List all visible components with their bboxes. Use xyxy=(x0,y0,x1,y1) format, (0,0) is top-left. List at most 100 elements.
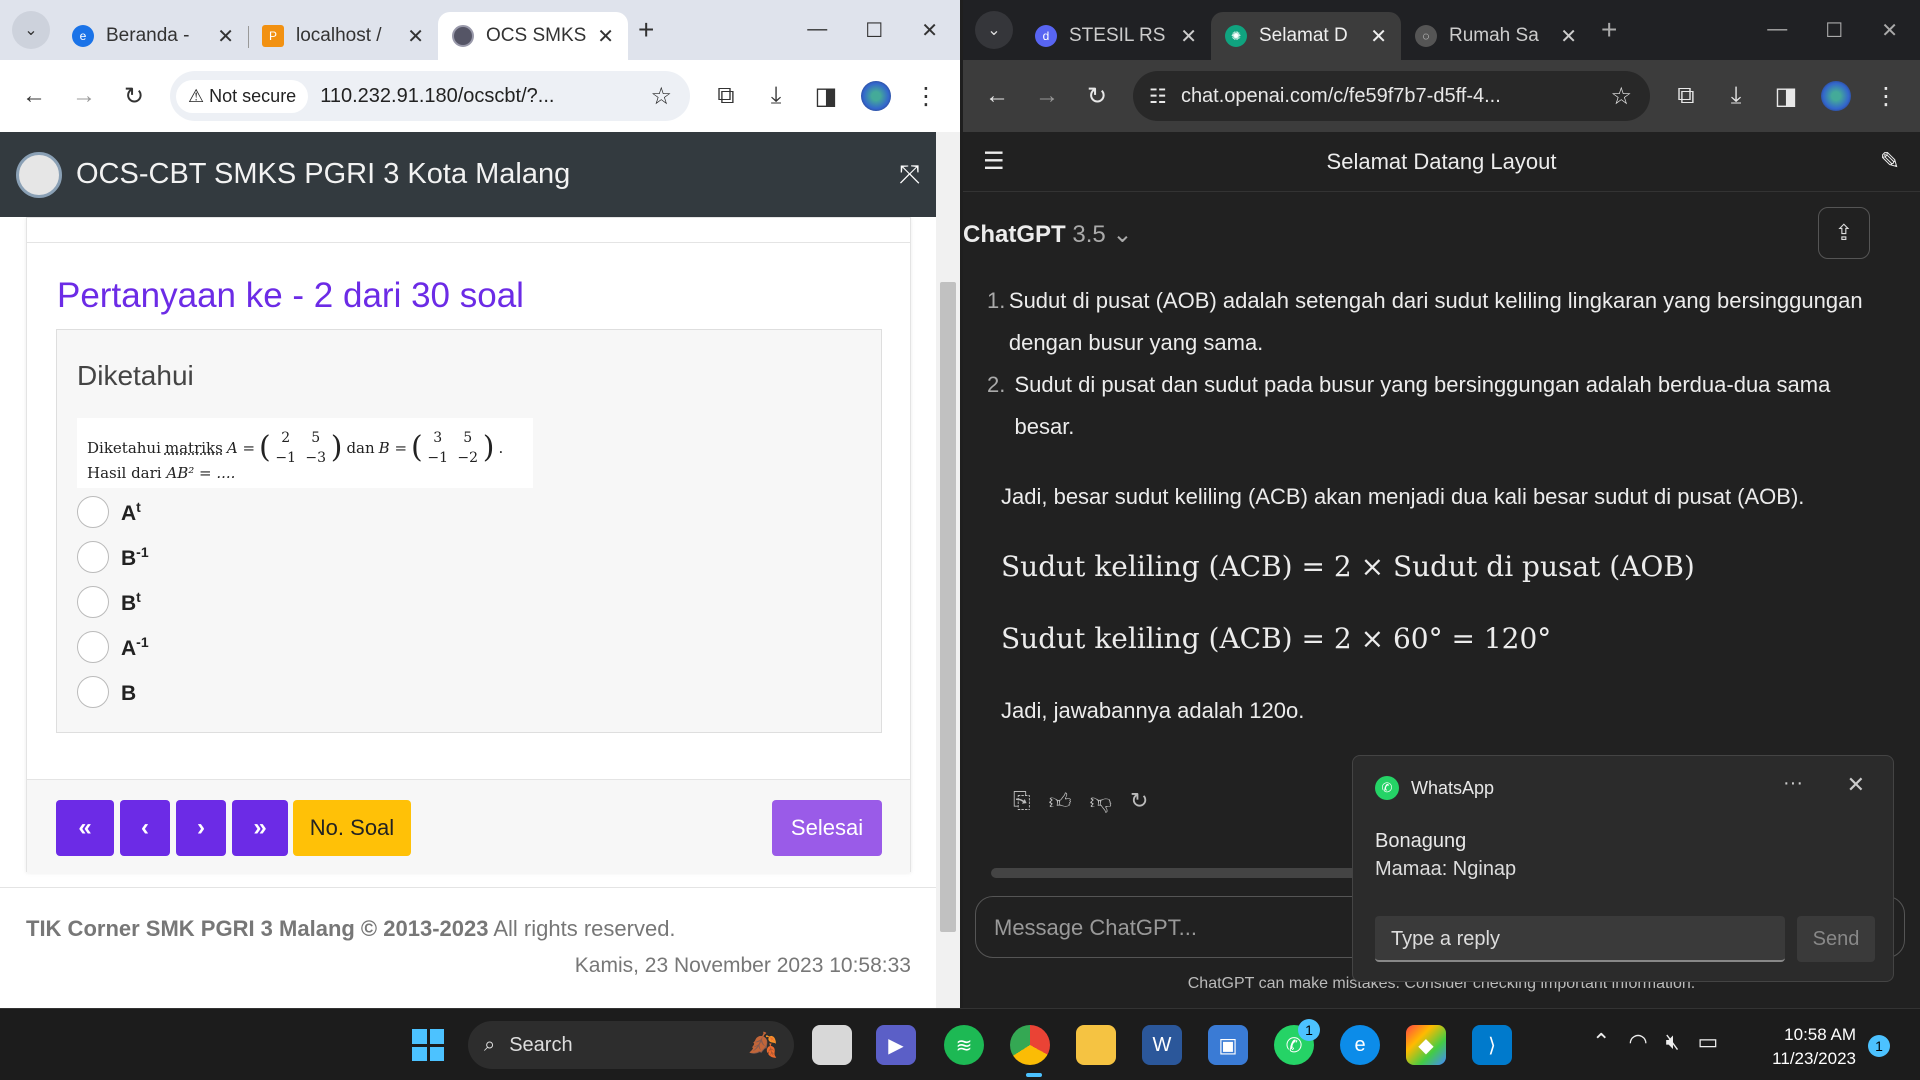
bookmark-star-icon[interactable]: ☆ xyxy=(650,82,672,111)
back-icon[interactable]: ← xyxy=(977,76,1017,116)
option-3[interactable]: Bt xyxy=(77,586,141,618)
close-tab-icon[interactable]: ✕ xyxy=(217,24,234,49)
question-list-button[interactable]: No. Soal xyxy=(293,800,411,856)
option-4[interactable]: A-1 xyxy=(77,631,149,663)
sidebar-menu-icon[interactable]: ☰ xyxy=(983,147,1005,176)
menu-dots-icon[interactable]: ⋮ xyxy=(1866,76,1906,116)
whatsapp-notification: ✆ WhatsApp ··· ✕ Bonagung Mamaa: Nginap T… xyxy=(1352,755,1894,982)
close-tab-icon[interactable]: ✕ xyxy=(1180,24,1197,49)
radio-button[interactable] xyxy=(77,586,109,618)
tab-ocs[interactable]: OCS SMKS ✕ xyxy=(438,12,628,60)
page-scrollbar[interactable] xyxy=(936,132,960,1008)
more-options-icon[interactable]: ··· xyxy=(1783,772,1803,795)
forward-icon[interactable]: → xyxy=(1027,76,1067,116)
file-explorer-icon[interactable] xyxy=(1076,1025,1116,1065)
tab-chatgpt[interactable]: ✺ Selamat D ✕ xyxy=(1211,12,1401,60)
extensions-icon[interactable]: ⧉ xyxy=(706,76,746,116)
back-icon[interactable]: ← xyxy=(14,76,54,116)
option-2[interactable]: B-1 xyxy=(77,541,149,573)
task-view-icon[interactable] xyxy=(812,1025,852,1065)
tab-search-button[interactable]: ⌄ xyxy=(12,11,50,49)
close-icon[interactable]: ✕ xyxy=(1847,772,1865,798)
close-tab-icon[interactable]: ✕ xyxy=(597,24,614,49)
forward-icon[interactable]: → xyxy=(64,76,104,116)
share-button[interactable]: ⇪ xyxy=(1818,207,1870,259)
option-1[interactable]: At xyxy=(77,496,141,528)
school-logo-icon xyxy=(452,25,474,47)
tab-title: localhost / xyxy=(296,25,382,46)
radio-button[interactable] xyxy=(77,676,109,708)
edge-icon[interactable]: e xyxy=(1340,1025,1380,1065)
download-icon[interactable]: ⤓ xyxy=(1716,76,1756,116)
word-icon[interactable]: W xyxy=(1142,1025,1182,1065)
profile-avatar[interactable] xyxy=(1816,76,1856,116)
side-panel-icon[interactable]: ◨ xyxy=(1766,76,1806,116)
close-window-icon[interactable]: ✕ xyxy=(921,18,938,43)
tab-rumah[interactable]: ◌ Rumah Sa ✕ xyxy=(1401,12,1591,60)
clock-time: 10:58 AM xyxy=(1784,1025,1856,1044)
clock[interactable]: 10:58 AM 11/23/2023 xyxy=(1762,1023,1856,1071)
close-tab-icon[interactable]: ✕ xyxy=(1560,24,1577,49)
profile-avatar[interactable] xyxy=(856,76,896,116)
scroll-thumb[interactable] xyxy=(940,282,956,932)
send-button[interactable]: Send xyxy=(1797,916,1875,962)
minimize-icon[interactable]: — xyxy=(1767,18,1787,43)
tab-localhost[interactable]: P localhost / ✕ xyxy=(248,12,438,60)
copy-icon[interactable]: ⎘ xyxy=(1013,788,1031,815)
maximize-icon[interactable]: ☐ xyxy=(1825,18,1843,43)
fullscreen-icon[interactable]: ⤧ xyxy=(899,159,920,191)
option-5[interactable]: B xyxy=(77,676,136,708)
regenerate-icon[interactable]: ↻ xyxy=(1130,788,1148,815)
tab-title: Rumah Sa xyxy=(1449,25,1539,46)
address-bar[interactable]: ⚠ Not secure 110.232.91.180/ocscbt/?... … xyxy=(170,71,690,121)
chrome-icon[interactable] xyxy=(1010,1025,1050,1065)
chevron-up-icon[interactable]: ⌃ xyxy=(1592,1029,1610,1055)
new-chat-icon[interactable]: ✎ xyxy=(1880,147,1900,176)
bookmark-star-icon[interactable]: ☆ xyxy=(1610,82,1632,111)
finish-button[interactable]: Selesai xyxy=(772,800,882,856)
side-panel-icon[interactable]: ◨ xyxy=(806,76,846,116)
wifi-icon[interactable]: ◠ xyxy=(1628,1029,1647,1055)
last-question-button[interactable]: » xyxy=(232,800,288,856)
address-bar[interactable]: ☷ chat.openai.com/c/fe59f7b7-d5ff-4... ☆ xyxy=(1133,71,1650,121)
spotify-icon[interactable]: ≋ xyxy=(944,1025,984,1065)
close-tab-icon[interactable]: ✕ xyxy=(1370,24,1387,49)
menu-dots-icon[interactable]: ⋮ xyxy=(906,76,946,116)
reply-input[interactable]: Type a reply xyxy=(1375,916,1785,962)
thumbs-down-icon[interactable]: 👎︎ xyxy=(1090,788,1112,815)
security-chip[interactable]: ⚠ Not secure xyxy=(176,79,309,113)
reload-icon[interactable]: ↻ xyxy=(114,76,154,116)
thumbs-up-icon[interactable]: 👍︎ xyxy=(1049,788,1072,815)
notification-count[interactable]: 1 xyxy=(1868,1035,1890,1057)
extensions-icon[interactable]: ⧉ xyxy=(1666,76,1706,116)
first-question-button[interactable]: « xyxy=(56,800,114,856)
close-tab-icon[interactable]: ✕ xyxy=(407,24,424,49)
model-selector[interactable]: ChatGPT 3.5 ⌄ xyxy=(963,220,1133,249)
school-logo-icon xyxy=(16,151,62,198)
tab-beranda[interactable]: e Beranda - ✕ xyxy=(58,12,249,60)
battery-icon[interactable]: ▭ xyxy=(1698,1029,1719,1055)
tab-search-button[interactable]: ⌄ xyxy=(975,11,1013,49)
teams-icon[interactable]: ▶ xyxy=(876,1025,916,1065)
prev-question-button[interactable]: ‹ xyxy=(120,800,170,856)
reload-icon[interactable]: ↻ xyxy=(1077,76,1117,116)
site-settings-icon[interactable]: ☷ xyxy=(1149,84,1167,109)
minimize-icon[interactable]: — xyxy=(807,18,827,43)
phpmyadmin-icon: P xyxy=(262,25,284,47)
store-icon[interactable]: ▣ xyxy=(1208,1025,1248,1065)
maximize-icon[interactable]: ☐ xyxy=(865,18,883,43)
app-icon[interactable]: ◆ xyxy=(1406,1025,1446,1065)
radio-button[interactable] xyxy=(77,541,109,573)
tab-stesil[interactable]: d STESIL RS ✕ xyxy=(1021,12,1211,60)
radio-button[interactable] xyxy=(77,631,109,663)
radio-button[interactable] xyxy=(77,496,109,528)
next-question-button[interactable]: › xyxy=(176,800,226,856)
volume-muted-icon[interactable]: 🔇︎ xyxy=(1666,1029,1680,1055)
close-window-icon[interactable]: ✕ xyxy=(1881,18,1898,43)
taskbar-search[interactable]: ⌕ Search 🍂 xyxy=(468,1021,794,1069)
new-tab-button[interactable]: + xyxy=(1601,14,1617,46)
vscode-icon[interactable]: ⟩ xyxy=(1472,1025,1512,1065)
download-icon[interactable]: ⤓ xyxy=(756,76,796,116)
new-tab-button[interactable]: + xyxy=(638,14,654,46)
start-button[interactable] xyxy=(412,1029,444,1061)
